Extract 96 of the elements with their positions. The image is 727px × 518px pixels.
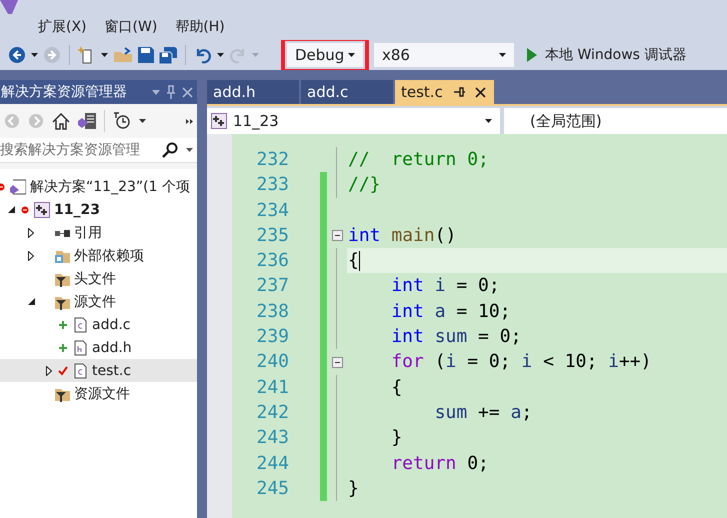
- solution-icon: [10, 178, 26, 194]
- search-field[interactable]: 搜索解决方案资源管理: [0, 138, 197, 163]
- save-all-icon[interactable]: [159, 46, 177, 64]
- tree-item[interactable]: 11_23: [0, 198, 197, 221]
- code-line: // return 0;: [347, 148, 490, 172]
- pin-icon[interactable]: [452, 87, 465, 97]
- folder-icon[interactable]: [113, 47, 133, 63]
- file-tab[interactable]: add.h: [207, 80, 299, 104]
- home-icon[interactable]: [52, 112, 70, 130]
- caret-icon[interactable]: [139, 119, 146, 123]
- code-line: sum += a;: [434, 400, 534, 425]
- tree-item[interactable]: 外部依赖项: [0, 244, 197, 267]
- caret-icon[interactable]: [217, 53, 224, 57]
- project-dropdown[interactable]: 11_23: [207, 108, 500, 134]
- menu-item[interactable]: 扩展(X): [36, 18, 103, 36]
- line-number: 242: [255, 400, 289, 425]
- tree-item[interactable]: 头文件: [0, 267, 197, 290]
- line-number: 238: [255, 300, 289, 324]
- c-file-icon: [72, 316, 88, 332]
- menu-item[interactable]: 窗口(W): [102, 18, 174, 36]
- panel-title: 解决方案资源管理器: [1, 83, 128, 101]
- line-number: 235: [255, 224, 289, 248]
- collapse-icon[interactable]: [8, 206, 14, 213]
- configuration-dropdown[interactable]: Debug: [287, 43, 363, 67]
- caret-icon[interactable]: [499, 53, 506, 57]
- menu-item[interactable]: 帮助(H): [173, 18, 241, 36]
- code-line: {: [390, 376, 404, 400]
- tree-item-label: test.c: [92, 362, 132, 378]
- tree-item[interactable]: test.c: [0, 359, 197, 382]
- undo-icon[interactable]: [194, 46, 212, 64]
- collapse-icon[interactable]: [332, 230, 342, 242]
- code-line: int a = 10;: [390, 300, 512, 324]
- file-tab[interactable]: add.c: [301, 80, 393, 104]
- project-icon: [34, 202, 50, 218]
- file-tab[interactable]: test.c: [395, 80, 494, 104]
- line-number: 234: [255, 198, 289, 223]
- logo-icon: [0, 0, 18, 14]
- line-number: 243: [255, 426, 289, 450]
- tree-item-label: 引用: [74, 224, 102, 242]
- line-number: 241: [255, 376, 289, 400]
- code-line: }: [390, 426, 404, 450]
- expand-icon[interactable]: [28, 250, 34, 260]
- c-file-icon: [72, 362, 88, 378]
- line-number: 237: [255, 274, 289, 298]
- tree-item-label: 11_23: [54, 202, 100, 218]
- collapse-icon[interactable]: [332, 356, 342, 368]
- tree-item-label: add.h: [92, 340, 132, 356]
- code-line: for (i = 0; i < 10; i++): [390, 350, 652, 374]
- tree-item[interactable]: add.c: [0, 313, 197, 336]
- caret-icon[interactable]: [101, 53, 108, 57]
- tree-item-label: add.c: [92, 316, 130, 332]
- line-number: 240: [255, 350, 289, 374]
- tree-item[interactable]: 解决方案“11_23”(1 个项: [0, 175, 197, 198]
- history-icon[interactable]: [113, 112, 131, 130]
- tree-item-label: 源文件: [74, 292, 116, 310]
- tree-item[interactable]: add.h: [0, 336, 197, 359]
- tree-item-label: 解决方案“11_23”(1 个项: [30, 178, 190, 196]
- tree-item[interactable]: 资源文件: [0, 382, 197, 405]
- line-number: 245: [255, 476, 289, 501]
- tree-item-label: 资源文件: [74, 384, 130, 402]
- text-cursor: [358, 251, 360, 272]
- code-line: }: [347, 476, 360, 501]
- platform-dropdown[interactable]: x86: [374, 43, 514, 67]
- search-icon[interactable]: [162, 142, 178, 158]
- expand-icon[interactable]: [28, 228, 34, 238]
- code-line: int main(): [347, 224, 458, 248]
- scope-dropdown[interactable]: (全局范围): [504, 108, 727, 134]
- tree-item-label: 外部依赖项: [74, 246, 144, 264]
- line-number: 244: [255, 452, 289, 476]
- tree-item-label: 头文件: [74, 270, 116, 288]
- h-file-icon: [72, 340, 88, 356]
- tree-item[interactable]: 引用: [0, 221, 197, 244]
- tree-item[interactable]: 源文件: [0, 290, 197, 313]
- caret-icon[interactable]: [485, 119, 492, 123]
- line-number: 239: [255, 325, 289, 350]
- code-line: return 0;: [390, 452, 490, 476]
- dropdown-icon[interactable]: [152, 90, 160, 94]
- caret-icon[interactable]: [186, 148, 193, 152]
- close-icon[interactable]: [474, 86, 486, 98]
- code-line: int i = 0;: [390, 274, 501, 298]
- run-debugger-button[interactable]: 本地 Windows 调试器: [519, 46, 686, 64]
- overflow-icon[interactable]: [186, 118, 193, 124]
- caret-icon[interactable]: [31, 53, 38, 57]
- save-icon[interactable]: [138, 47, 154, 63]
- line-number: 232: [255, 148, 289, 172]
- code-line: int sum = 0;: [390, 325, 522, 350]
- expand-icon[interactable]: [46, 366, 52, 376]
- line-number: 236: [255, 249, 289, 274]
- back-icon[interactable]: [8, 46, 26, 64]
- code-line: //}: [347, 173, 382, 198]
- play-icon: [527, 48, 537, 62]
- caret-icon[interactable]: [348, 53, 355, 57]
- line-number: 233: [255, 173, 289, 198]
- collapse-icon[interactable]: [28, 298, 34, 305]
- project-icon: [211, 113, 227, 129]
- solution-view-icon[interactable]: [78, 113, 96, 129]
